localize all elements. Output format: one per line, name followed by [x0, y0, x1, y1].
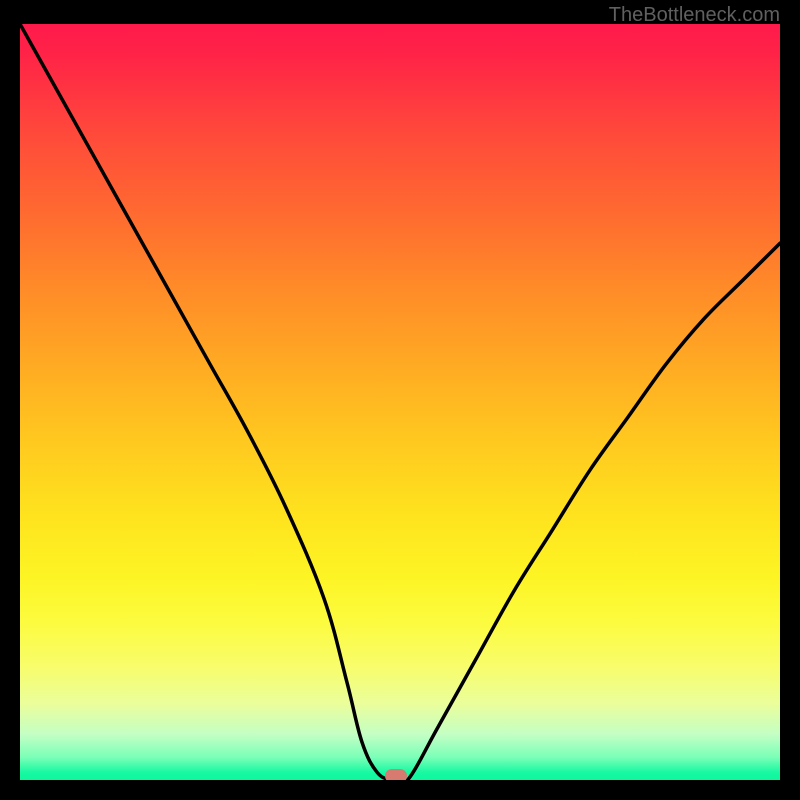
plot-area [20, 24, 780, 780]
chart-container: TheBottleneck.com [0, 0, 800, 800]
curve-svg [20, 24, 780, 780]
watermark-text: TheBottleneck.com [609, 4, 780, 27]
optimum-marker [385, 769, 407, 780]
curve-path [20, 24, 780, 780]
